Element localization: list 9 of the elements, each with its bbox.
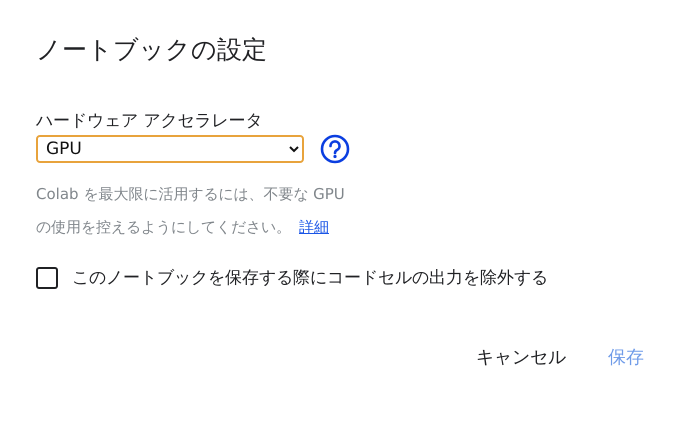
help-icon[interactable] bbox=[320, 134, 350, 164]
checkbox[interactable] bbox=[36, 266, 58, 288]
dialog-title: ノートブックの設定 bbox=[36, 34, 268, 66]
description-text: Colab を最大限に活用するには、不要な GPU の使用を控えるようにしてください。 詳細 bbox=[36, 184, 346, 238]
field-label: ハードウェア アクセラレータ bbox=[36, 110, 264, 132]
accelerator-dropdown[interactable]: GPU bbox=[36, 135, 304, 163]
cancel-button[interactable]: キャンセル bbox=[468, 341, 574, 373]
checkbox-label: このノートブックを保存する際にコードセルの出力を除外する bbox=[72, 267, 548, 289]
learn-more-link[interactable]: 詳細 bbox=[299, 218, 329, 236]
